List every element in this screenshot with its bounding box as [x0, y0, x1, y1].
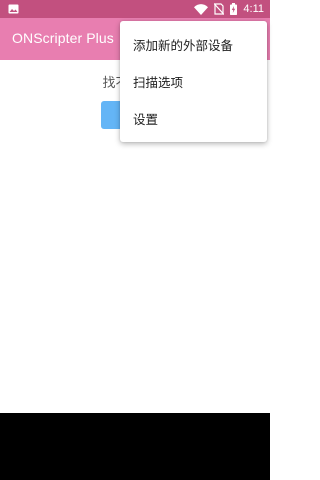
status-bar: 4:11: [0, 0, 270, 18]
overflow-menu: 添加新的外部设备 扫描选项 设置: [120, 21, 267, 142]
no-sim-icon: [214, 3, 225, 15]
clock: 4:11: [243, 3, 264, 15]
image-notification-icon: [8, 4, 19, 14]
wifi-icon: [194, 3, 209, 15]
status-icons: 4:11: [194, 2, 264, 16]
menu-item-add-external-device[interactable]: 添加新的外部设备: [120, 26, 267, 63]
navigation-bar: [0, 413, 270, 480]
menu-item-scan-options[interactable]: 扫描选项: [120, 63, 267, 100]
app-title: ONScripter Plus: [12, 30, 114, 46]
battery-charging-icon: [230, 3, 238, 15]
menu-item-settings[interactable]: 设置: [120, 100, 267, 137]
